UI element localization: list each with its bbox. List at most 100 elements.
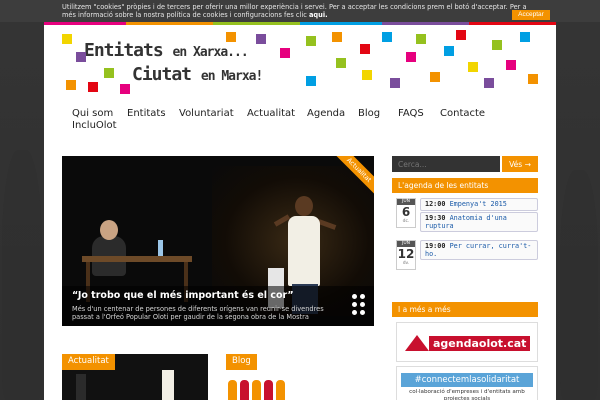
logo-square — [382, 32, 392, 42]
news-tile-label[interactable]: Actualitat — [62, 354, 115, 370]
seated-man-head — [100, 220, 118, 240]
blog-figure-icon — [228, 380, 237, 400]
cookie-text: Utilitzem "cookies" pròpies i de tercers… — [62, 3, 527, 19]
table — [82, 256, 192, 262]
date-day: 6 — [401, 205, 411, 219]
nav-item-contacte[interactable]: Contacte — [440, 108, 485, 119]
logo-square — [506, 60, 516, 70]
nav-item-agenda[interactable]: Agenda — [307, 108, 345, 119]
agenda-event-day: JUN 6 dc. 12:00 Empenya't 2015 19:30 Ana… — [396, 198, 538, 234]
mountain-icon — [405, 335, 429, 351]
agenda-event-day: JUN 12 dv. 19:00 Per currar, curra't-ho. — [396, 240, 538, 270]
background-figure-left — [2, 150, 42, 400]
nav-item-actualitat[interactable]: Actualitat — [247, 108, 295, 119]
more-widget-title: I a més a més — [392, 302, 538, 317]
date-weekday: dc. — [402, 219, 410, 224]
logo-square — [362, 70, 372, 80]
logo-square — [226, 32, 236, 42]
blog-tile[interactable]: Blog — [226, 354, 306, 400]
cookie-bar: Utilitzem "cookies" pròpies i de tercers… — [0, 0, 600, 22]
event-time: 12:00 — [425, 200, 446, 208]
logo-square — [336, 58, 346, 68]
date-weekday: dv. — [402, 261, 410, 266]
dancer-head — [295, 196, 313, 216]
logo-square — [406, 52, 416, 62]
connectem-subtitle: col·laboració d'empreses i d'entitats am… — [409, 389, 525, 400]
nav-item-voluntariat[interactable]: Voluntariat — [179, 108, 234, 119]
nav-item-qui-som[interactable]: Qui som — [72, 108, 113, 119]
blog-figure-icon — [264, 380, 273, 400]
featured-slider[interactable]: Actualitat “Jo trobo que el més importan… — [62, 156, 374, 326]
slider-dot[interactable] — [352, 302, 357, 307]
logo-square — [76, 52, 86, 62]
search-button[interactable]: Vés → — [502, 156, 538, 172]
logo-square — [430, 72, 440, 82]
logo-square — [88, 82, 98, 92]
logo-line1: Entitats — [84, 40, 164, 61]
connectem-title: #connectemlasolidaritat — [401, 373, 533, 387]
water-bottle — [158, 240, 163, 256]
nav-item-blog[interactable]: Blog — [358, 108, 380, 119]
search-input[interactable] — [392, 156, 500, 172]
cookie-accept-button[interactable]: Acceptar — [512, 10, 550, 20]
nav-item-entitats[interactable]: Entitats — [127, 108, 166, 119]
slider-dot[interactable] — [352, 294, 357, 299]
event-item[interactable]: 12:00 Empenya't 2015 — [420, 198, 538, 211]
logo-square — [332, 32, 342, 42]
connectem-banner[interactable]: #connectemlasolidaritat col·laboració d'… — [396, 366, 538, 400]
event-time: 19:30 — [425, 214, 446, 222]
logo-line2-small: en Marxa! — [200, 69, 263, 84]
slider-dot[interactable] — [360, 294, 365, 299]
blog-figure-icon — [252, 380, 261, 400]
slider-dot[interactable] — [352, 310, 357, 315]
blog-figure-icon — [240, 380, 249, 400]
logo-square — [520, 32, 530, 42]
logo-square — [390, 78, 400, 88]
featured-description: Més d'un centenar de persones de diferen… — [72, 305, 324, 321]
logo-square — [306, 76, 316, 86]
logo-square — [66, 80, 76, 90]
event-title[interactable]: Empenya't 2015 — [450, 200, 507, 208]
featured-caption: “Jo trobo que el més important és el cor… — [62, 286, 374, 326]
logo-square — [104, 68, 114, 78]
cookie-more-link[interactable]: aqui. — [309, 11, 328, 19]
logo-square — [484, 78, 494, 88]
logo-square — [306, 36, 316, 46]
logo-square — [528, 74, 538, 84]
logo-square — [468, 62, 478, 72]
nav-item-incluolot[interactable]: IncluOlot — [72, 120, 117, 131]
logo-square — [256, 34, 266, 44]
nav-item-faqs[interactable]: FAQS — [398, 108, 424, 119]
page-container: Entitats en Xarxa... Ciutat en Marxa! Qu… — [44, 22, 556, 400]
news-tile[interactable]: Actualitat — [62, 354, 208, 400]
slider-dot[interactable] — [360, 310, 365, 315]
logo-square — [416, 34, 426, 44]
event-list: 19:00 Per currar, curra't-ho. — [420, 240, 538, 261]
featured-title[interactable]: “Jo trobo que el més important és el cor… — [72, 290, 364, 301]
event-item[interactable]: 19:30 Anatomia d'una ruptura — [420, 212, 538, 232]
event-item[interactable]: 19:00 Per currar, curra't-ho. — [420, 240, 538, 260]
logo-square — [360, 44, 370, 54]
event-time: 19:00 — [425, 242, 446, 250]
news-thumbnail-figure — [162, 370, 174, 400]
agendaolot-logo-text: agendaolot.cat — [429, 336, 531, 351]
logo-square — [120, 84, 130, 94]
background-figure-right — [560, 170, 598, 400]
event-list: 12:00 Empenya't 2015 19:30 Anatomia d'un… — [420, 198, 538, 233]
color-stripe — [44, 22, 556, 25]
logo-square — [444, 46, 454, 56]
date-day: 12 — [397, 247, 415, 261]
logo-square — [456, 30, 466, 40]
slider-dot[interactable] — [360, 302, 365, 307]
date-badge: JUN 12 dv. — [396, 240, 416, 270]
logo-line1-small: en Xarxa... — [172, 45, 249, 60]
blog-figure-icon — [276, 380, 285, 400]
logo-square — [280, 48, 290, 58]
news-thumbnail-figure — [76, 374, 86, 400]
agendaolot-banner[interactable]: agendaolot.cat — [396, 322, 538, 362]
blog-tile-label[interactable]: Blog — [226, 354, 257, 370]
dancer-figure — [288, 216, 320, 286]
date-badge: JUN 6 dc. — [396, 198, 416, 228]
agenda-widget-title: L'agenda de les entitats — [392, 178, 538, 193]
slider-nav-dots[interactable] — [352, 294, 368, 320]
